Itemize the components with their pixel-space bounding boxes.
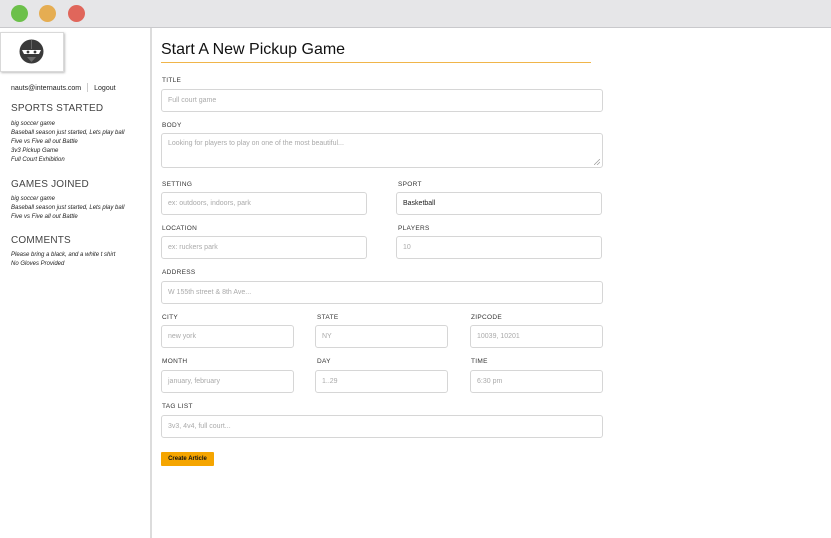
time-input[interactable]: 6:30 pm — [470, 370, 603, 393]
title-divider — [161, 62, 591, 63]
list-item[interactable]: Five vs Five all out Battle — [11, 138, 124, 147]
ninja-helmet-icon — [19, 39, 44, 64]
list-item[interactable]: Baseball season just started, Lets play … — [11, 204, 124, 213]
title-label: TITLE — [162, 77, 182, 84]
tag-list-label: TAG LIST — [162, 403, 193, 410]
location-label: LOCATION — [162, 225, 198, 232]
window-titlebar — [0, 0, 831, 28]
address-label: ADDRESS — [162, 269, 196, 276]
players-input[interactable]: 10 — [396, 236, 602, 259]
sports-started-list: big soccer game Baseball season just sta… — [11, 120, 124, 165]
list-item[interactable]: Full Court Exhibition — [11, 156, 124, 165]
state-input[interactable]: NY — [315, 325, 448, 348]
list-item[interactable]: big soccer game — [11, 120, 124, 129]
state-label: STATE — [317, 314, 339, 321]
month-label: MONTH — [162, 358, 188, 365]
sidebar: nauts@internauts.com Logout SPORTS STARTE… — [0, 28, 152, 538]
tag-list-input[interactable]: 3v3, 4v4, full court... — [161, 415, 603, 438]
user-info: nauts@internauts.com Logout — [11, 83, 116, 92]
games-joined-heading: GAMES JOINED — [11, 179, 89, 190]
body-textarea[interactable]: Looking for players to play on one of th… — [161, 133, 603, 168]
zipcode-label: ZIPCODE — [471, 314, 502, 321]
sports-started-heading: SPORTS STARTED — [11, 103, 104, 114]
comments-heading: COMMENTS — [11, 235, 71, 246]
body-label: BODY — [162, 122, 182, 129]
city-label: CITY — [162, 314, 179, 321]
list-item[interactable]: Please bring a black, and a white t shir… — [11, 251, 115, 260]
list-item[interactable]: 3v3 Pickup Game — [11, 147, 124, 156]
resize-handle-icon[interactable] — [594, 159, 600, 165]
time-label: TIME — [471, 358, 488, 365]
body-placeholder: Looking for players to play on one of th… — [168, 140, 344, 147]
window-minimize-button[interactable] — [39, 5, 56, 22]
create-article-button[interactable]: Create Article — [161, 452, 214, 466]
title-input[interactable]: Full court game — [161, 89, 603, 112]
day-label: DAY — [317, 358, 331, 365]
players-label: PLAYERS — [398, 225, 430, 232]
city-input[interactable]: new york — [161, 325, 294, 348]
logo[interactable] — [0, 32, 64, 72]
logout-link[interactable]: Logout — [94, 85, 115, 92]
month-input[interactable]: january, february — [161, 370, 294, 393]
divider — [87, 83, 89, 92]
user-email: nauts@internauts.com — [11, 85, 82, 92]
day-input[interactable]: 1..29 — [315, 370, 448, 393]
zipcode-input[interactable]: 10039, 10201 — [470, 325, 603, 348]
sport-input[interactable]: Basketball — [396, 192, 602, 215]
page-title: Start A New Pickup Game — [161, 41, 346, 58]
setting-input[interactable]: ex: outdoors, indoors, park — [161, 192, 367, 215]
games-joined-list: big soccer game Baseball season just sta… — [11, 195, 124, 222]
window-maximize-button[interactable] — [11, 5, 28, 22]
list-item[interactable]: No Gloves Provided — [11, 260, 115, 269]
list-item[interactable]: big soccer game — [11, 195, 124, 204]
sport-label: SPORT — [398, 181, 422, 188]
window-close-button[interactable] — [68, 5, 85, 22]
location-input[interactable]: ex: ruckers park — [161, 236, 367, 259]
list-item[interactable]: Five vs Five all out Battle — [11, 213, 124, 222]
comments-list: Please bring a black, and a white t shir… — [11, 251, 115, 269]
setting-label: SETTING — [162, 181, 193, 188]
address-input[interactable]: W 155th street & 8th Ave... — [161, 281, 603, 304]
list-item[interactable]: Baseball season just started, Lets play … — [11, 129, 124, 138]
